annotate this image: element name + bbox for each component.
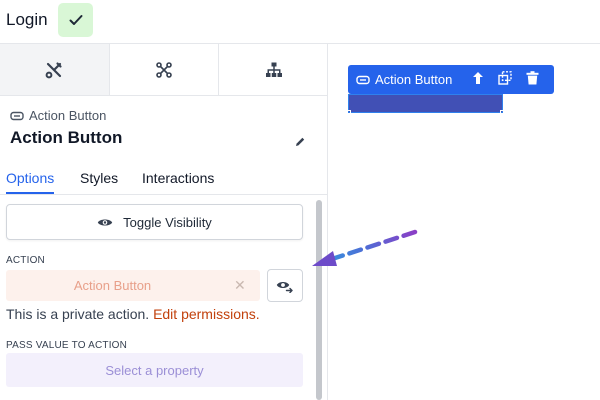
annotation-arrow (312, 229, 418, 266)
